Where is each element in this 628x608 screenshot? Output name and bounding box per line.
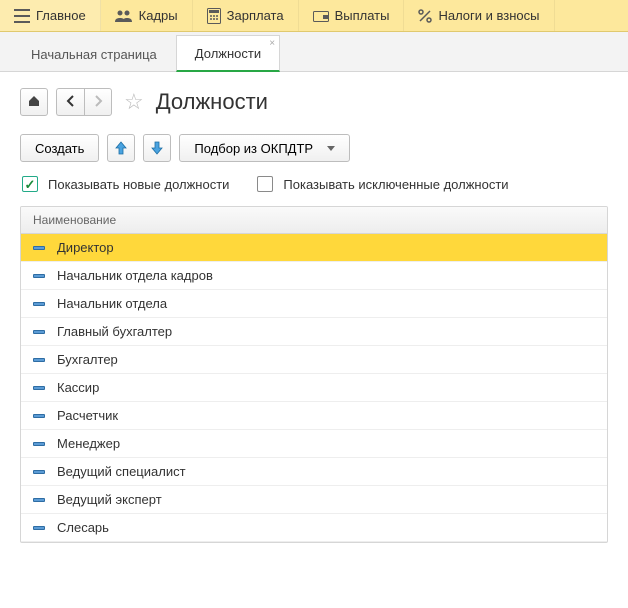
table-body: Директор Начальник отдела кадров Начальник… bbox=[21, 234, 607, 542]
pick-okpdtr-button[interactable]: Подбор из ОКПДТР bbox=[179, 134, 350, 162]
tab-home[interactable]: Начальная страница bbox=[12, 36, 176, 71]
table-row[interactable]: Начальник отдела кадров bbox=[21, 262, 607, 290]
home-icon bbox=[27, 94, 41, 111]
calculator-icon bbox=[207, 8, 221, 24]
checkbox-show-excluded[interactable] bbox=[257, 176, 273, 192]
positions-table: Наименование Директор Начальник отдела ка… bbox=[20, 206, 608, 543]
filter-bar: ✓ Показывать новые должности Показывать … bbox=[20, 176, 608, 192]
menu-label: Кадры bbox=[139, 8, 178, 23]
item-icon bbox=[33, 498, 45, 502]
menu-salary[interactable]: Зарплата bbox=[193, 0, 299, 31]
table-row[interactable]: Ведущий эксперт bbox=[21, 486, 607, 514]
item-icon bbox=[33, 442, 45, 446]
row-name: Ведущий специалист bbox=[57, 464, 186, 479]
table-row[interactable]: Директор bbox=[21, 234, 607, 262]
table-row[interactable]: Главный бухгалтер bbox=[21, 318, 607, 346]
percent-icon bbox=[418, 9, 432, 23]
filter-show-excluded: Показывать исключенные должности bbox=[257, 176, 508, 192]
filter-label: Показывать исключенные должности bbox=[283, 177, 508, 192]
row-name: Расчетчик bbox=[57, 408, 118, 423]
favorite-icon[interactable]: ☆ bbox=[120, 89, 148, 115]
check-icon: ✓ bbox=[25, 178, 36, 191]
row-name: Слесарь bbox=[57, 520, 109, 535]
table-row[interactable]: Менеджер bbox=[21, 430, 607, 458]
row-name: Начальник отдела bbox=[57, 296, 167, 311]
table-row[interactable]: Ведущий специалист bbox=[21, 458, 607, 486]
home-button[interactable] bbox=[20, 88, 48, 116]
nav-buttons bbox=[56, 88, 112, 116]
filter-label: Показывать новые должности bbox=[48, 177, 229, 192]
table-row[interactable]: Расчетчик bbox=[21, 402, 607, 430]
menu-personnel[interactable]: Кадры bbox=[101, 0, 193, 31]
item-icon bbox=[33, 246, 45, 250]
move-up-button[interactable] bbox=[107, 134, 135, 162]
arrow-down-icon bbox=[151, 141, 163, 155]
table-row[interactable]: Слесарь bbox=[21, 514, 607, 542]
move-down-button[interactable] bbox=[143, 134, 171, 162]
menu-label: Выплаты bbox=[335, 8, 390, 23]
item-icon bbox=[33, 470, 45, 474]
row-name: Ведущий эксперт bbox=[57, 492, 162, 507]
tab-label: Начальная страница bbox=[31, 47, 157, 62]
table-header[interactable]: Наименование bbox=[21, 207, 607, 234]
row-name: Главный бухгалтер bbox=[57, 324, 172, 339]
arrow-left-icon bbox=[65, 95, 77, 110]
checkbox-show-new[interactable]: ✓ bbox=[22, 176, 38, 192]
title-bar: ☆ Должности bbox=[20, 88, 608, 116]
menu-label: Главное bbox=[36, 8, 86, 23]
tab-bar: Начальная страница Должности × bbox=[0, 32, 628, 72]
row-name: Бухгалтер bbox=[57, 352, 118, 367]
row-name: Начальник отдела кадров bbox=[57, 268, 213, 283]
arrow-right-icon bbox=[92, 95, 104, 110]
menu-main[interactable]: Главное bbox=[0, 0, 101, 31]
hamburger-icon bbox=[14, 9, 30, 23]
menu-taxes[interactable]: Налоги и взносы bbox=[404, 0, 554, 31]
item-icon bbox=[33, 358, 45, 362]
forward-button[interactable] bbox=[84, 88, 112, 116]
page-body: ☆ Должности Создать Подбор из ОКПДТР ✓ П… bbox=[0, 72, 628, 559]
close-icon[interactable]: × bbox=[269, 38, 275, 49]
toolbar: Создать Подбор из ОКПДТР bbox=[20, 134, 608, 162]
item-icon bbox=[33, 330, 45, 334]
item-icon bbox=[33, 414, 45, 418]
item-icon bbox=[33, 302, 45, 306]
menu-label: Зарплата bbox=[227, 8, 284, 23]
create-button[interactable]: Создать bbox=[20, 134, 99, 162]
table-row[interactable]: Кассир bbox=[21, 374, 607, 402]
table-row[interactable]: Бухгалтер bbox=[21, 346, 607, 374]
wallet-icon bbox=[313, 9, 329, 23]
button-label: Подбор из ОКПДТР bbox=[194, 141, 313, 156]
row-name: Директор bbox=[57, 240, 114, 255]
filter-show-new: ✓ Показывать новые должности bbox=[22, 176, 229, 192]
item-icon bbox=[33, 386, 45, 390]
table-row[interactable]: Начальник отдела bbox=[21, 290, 607, 318]
row-name: Кассир bbox=[57, 380, 99, 395]
row-name: Менеджер bbox=[57, 436, 120, 451]
menu-label: Налоги и взносы bbox=[438, 8, 539, 23]
main-menu: Главное Кадры Зарплата Выплаты Налоги и … bbox=[0, 0, 628, 32]
column-header: Наименование bbox=[33, 213, 116, 227]
item-icon bbox=[33, 526, 45, 530]
page-title: Должности bbox=[156, 89, 268, 115]
back-button[interactable] bbox=[56, 88, 84, 116]
tab-positions[interactable]: Должности × bbox=[176, 35, 280, 72]
tab-label: Должности bbox=[195, 46, 261, 61]
item-icon bbox=[33, 274, 45, 278]
button-label: Создать bbox=[35, 141, 84, 156]
arrow-up-icon bbox=[115, 141, 127, 155]
menu-payments[interactable]: Выплаты bbox=[299, 0, 405, 31]
users-icon bbox=[115, 9, 133, 23]
